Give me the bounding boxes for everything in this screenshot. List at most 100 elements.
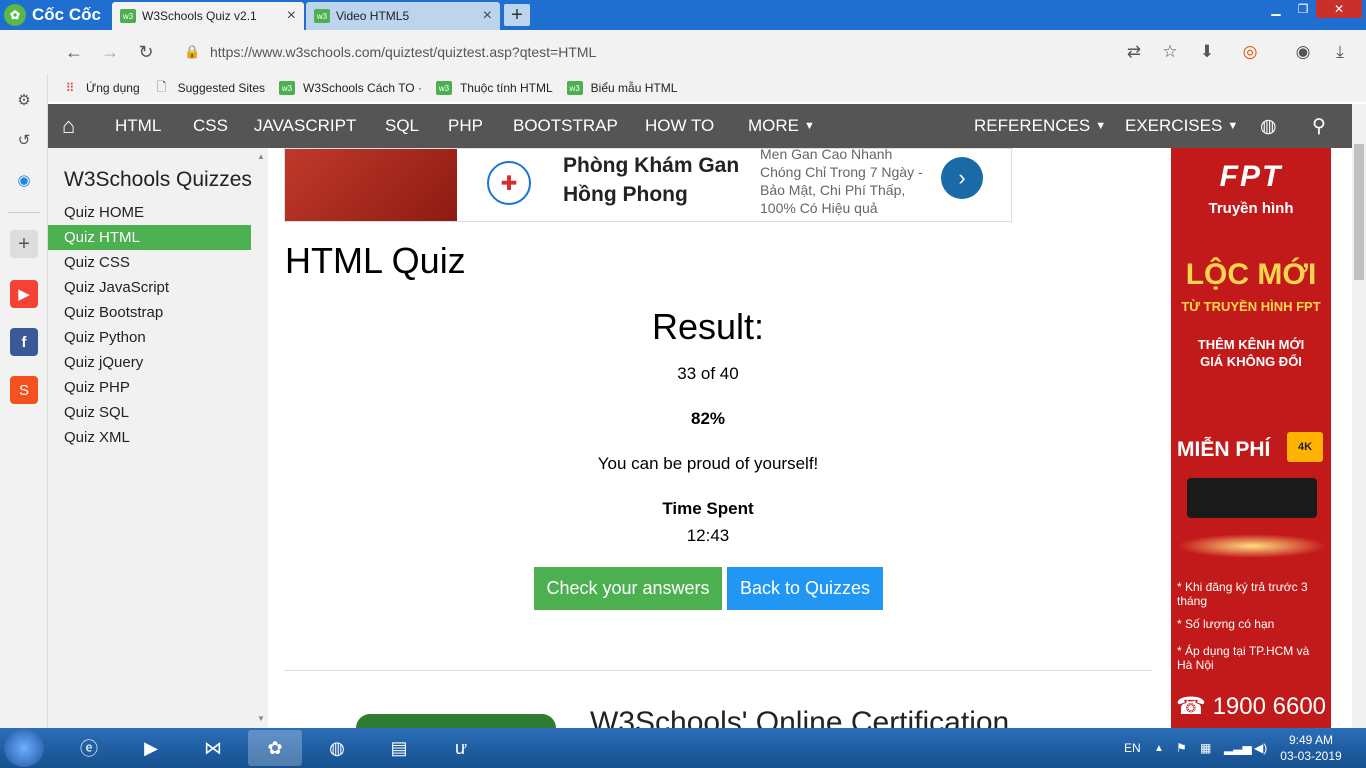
quiz-item-xml[interactable]: Quiz XML	[48, 425, 251, 450]
quiz-item-css[interactable]: Quiz CSS	[48, 250, 251, 275]
tab-w3schools-quiz[interactable]: w3 W3Schools Quiz v2.1 ×	[112, 2, 304, 30]
bookmark-suggested-sites[interactable]: 🗋 Suggested Sites	[154, 80, 265, 96]
bookmark-w3schools-howto[interactable]: w3 W3Schools Cách TO ·	[279, 81, 422, 95]
nav-exercises-label: EXERCISES	[1125, 116, 1223, 135]
fpt-line-2: THÊM KÊNH MỚI	[1197, 337, 1305, 352]
downloads-arrow-icon[interactable]: ⤓	[1328, 40, 1352, 64]
scroll-down-icon[interactable]: ▼	[257, 714, 265, 723]
address-bar[interactable]: 🔒 https://www.w3schools.com/quiztest/qui…	[172, 35, 1192, 69]
nav-references[interactable]: REFERENCES ▼	[974, 104, 1106, 148]
bookmark-html-forms[interactable]: w3 Biểu mẫu HTML	[566, 81, 677, 95]
quiz-item-python[interactable]: Quiz Python	[48, 325, 251, 350]
file-explorer-icon[interactable]: ▤	[372, 730, 426, 766]
clock[interactable]: 9:49 AM 03-03-2019	[1276, 732, 1346, 764]
nav-javascript[interactable]: JAVASCRIPT	[254, 104, 356, 148]
quiz-item-home[interactable]: Quiz HOME	[48, 200, 251, 225]
media-player-icon[interactable]: ▶	[124, 730, 178, 766]
nav-exercises[interactable]: EXERCISES ▼	[1125, 104, 1238, 148]
bookmark-star-icon[interactable]: ☆	[1158, 40, 1182, 64]
quiz-item-javascript[interactable]: Quiz JavaScript	[48, 275, 251, 300]
search-icon[interactable]: ⚲	[1312, 104, 1326, 148]
nav-howto[interactable]: HOW TO	[645, 104, 714, 148]
tab-label: Video HTML5	[336, 9, 410, 23]
url-text[interactable]: https://www.w3schools.com/quiztest/quizt…	[210, 44, 596, 60]
add-app-icon[interactable]: +	[10, 230, 38, 258]
phone-icon: ☎	[1175, 693, 1206, 720]
fpt-bullet-1: * Khi đăng ký trả trước 3 tháng	[1177, 580, 1308, 608]
browser-logo[interactable]: ✿ Cốc Cốc	[0, 0, 108, 30]
quiz-sidebar-scrollbar[interactable]: ▲ ▼	[254, 148, 268, 728]
nav-html[interactable]: HTML	[115, 104, 161, 148]
page-scrollbar[interactable]	[1352, 104, 1366, 728]
volume-icon[interactable]: ◀)	[1254, 728, 1267, 768]
quiz-item-sql[interactable]: Quiz SQL	[48, 400, 251, 425]
browser-app-sidebar: ▣ ⚙ ↺ ◉ + ▶ f S	[0, 30, 48, 728]
banner-ad[interactable]: ✚ Phòng Khám Gan Hồng Phong Men Gan Cao …	[284, 148, 1012, 222]
w3-icon: w3	[566, 81, 583, 95]
back-to-quizzes-button[interactable]: Back to Quizzes	[727, 567, 883, 610]
bookmark-label: Ứng dụng	[86, 81, 140, 95]
history-icon[interactable]: ↺	[10, 126, 38, 154]
w3-icon: w3	[435, 81, 452, 95]
visual-studio-icon[interactable]: ⋈	[186, 730, 240, 766]
nav-bootstrap[interactable]: BOOTSTRAP	[513, 104, 618, 148]
nav-more[interactable]: MORE ▼	[748, 104, 815, 148]
quiz-item-html[interactable]: Quiz HTML	[48, 225, 251, 250]
chevron-right-icon[interactable]: ›	[941, 157, 983, 199]
quiz-item-jquery[interactable]: Quiz jQuery	[48, 350, 251, 375]
network-icon[interactable]: ▦	[1200, 728, 1211, 768]
caret-down-icon: ▼	[1095, 120, 1107, 132]
bookmark-html-attributes[interactable]: w3 Thuộc tính HTML	[435, 81, 553, 95]
maximize-window-icon[interactable]: ❐	[1290, 0, 1316, 18]
flag-icon[interactable]: ⚑	[1176, 728, 1187, 768]
bookmark-apps[interactable]: ⠿ Ứng dụng	[62, 81, 140, 95]
start-button-icon[interactable]	[4, 729, 44, 767]
messenger-icon[interactable]: ◉	[10, 166, 38, 194]
back-arrow-icon[interactable]: ←	[62, 40, 86, 64]
quiz-item-php[interactable]: Quiz PHP	[48, 375, 251, 400]
youtube-icon[interactable]: ▶	[10, 280, 38, 308]
facebook-icon[interactable]: f	[10, 328, 38, 356]
shopee-icon[interactable]: S	[10, 376, 38, 404]
translate-icon[interactable]: ⇄	[1122, 40, 1146, 64]
coccoc-taskbar-icon[interactable]: ✿	[248, 730, 302, 766]
page-scrollbar-thumb[interactable]	[1354, 144, 1364, 280]
quiz-item-bootstrap[interactable]: Quiz Bootstrap	[48, 300, 251, 325]
apps-grid-icon: ⠿	[65, 81, 75, 95]
tray-expand-icon[interactable]: ▲	[1154, 728, 1164, 768]
chrome-icon[interactable]: ◍	[310, 730, 364, 766]
fpt-side-ad[interactable]: FPT Truyền hình LỘC MỚI TỪ TRUYỀN HÌNH F…	[1171, 148, 1331, 728]
close-window-icon[interactable]: ✕	[1316, 0, 1362, 18]
new-tab-button[interactable]: +	[504, 4, 530, 26]
bookmarks-bar: ⠿ Ứng dụng 🗋 Suggested Sites w3 W3School…	[48, 74, 1366, 102]
nav-php[interactable]: PHP	[448, 104, 483, 148]
reload-icon[interactable]: ↻	[134, 40, 158, 64]
home-icon[interactable]: ⌂	[62, 104, 75, 148]
fpt-bullet-2: * Số lượng có hạn	[1177, 617, 1275, 631]
close-tab-icon[interactable]: ×	[483, 7, 492, 25]
nav-sql[interactable]: SQL	[385, 104, 419, 148]
settings-gear-icon[interactable]: ⚙	[10, 86, 38, 114]
clinic-logo-icon: ✚	[487, 161, 531, 205]
globe-icon[interactable]: ◍	[1260, 104, 1277, 148]
signal-icon[interactable]: ▂▃▅	[1224, 728, 1252, 768]
section-divider	[284, 670, 1152, 671]
profile-icon[interactable]: ◉	[1291, 40, 1315, 64]
language-indicator[interactable]: EN	[1124, 728, 1141, 768]
check-answers-button[interactable]: Check your answers	[534, 567, 722, 610]
w3-favicon-icon: w3	[120, 9, 136, 23]
clock-date: 03-03-2019	[1280, 749, 1342, 763]
nav-references-label: REFERENCES	[974, 116, 1091, 135]
tab-video-html5[interactable]: w3 Video HTML5 ×	[306, 2, 500, 30]
extension-icon[interactable]: ◎	[1238, 40, 1262, 64]
scroll-up-icon[interactable]: ▲	[257, 152, 265, 161]
unikey-icon[interactable]: ư	[434, 730, 488, 766]
close-tab-icon[interactable]: ×	[287, 7, 296, 25]
internet-explorer-icon[interactable]: ⓔ	[62, 730, 116, 766]
nav-css[interactable]: CSS	[193, 104, 228, 148]
fpt-headline: LỘC MỚI	[1185, 258, 1317, 291]
minimize-window-icon[interactable]: ▁	[1262, 0, 1290, 18]
forward-arrow-icon[interactable]: →	[98, 40, 122, 64]
download-icon[interactable]: ⬇	[1195, 40, 1219, 64]
nav-more-label: MORE	[748, 116, 799, 135]
